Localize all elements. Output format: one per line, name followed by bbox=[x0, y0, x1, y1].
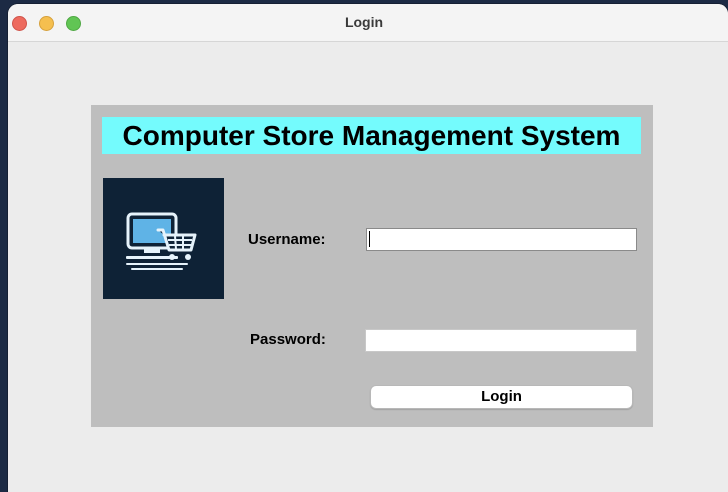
store-logo bbox=[103, 178, 224, 299]
window-title: Login bbox=[344, 14, 384, 30]
password-input[interactable] bbox=[365, 329, 637, 352]
login-window: Login Computer Store Management System U… bbox=[8, 4, 728, 492]
login-button[interactable]: Login bbox=[370, 385, 633, 409]
password-label: Password: bbox=[250, 331, 326, 348]
text-cursor bbox=[369, 231, 370, 247]
computer-cart-icon bbox=[126, 212, 197, 270]
username-input[interactable] bbox=[366, 228, 637, 251]
app-banner-title: Computer Store Management System bbox=[102, 117, 641, 154]
username-label: Username: bbox=[248, 231, 326, 248]
login-panel: Computer Store Management System Usernam… bbox=[91, 105, 653, 427]
title-bar[interactable]: Login bbox=[8, 4, 728, 42]
